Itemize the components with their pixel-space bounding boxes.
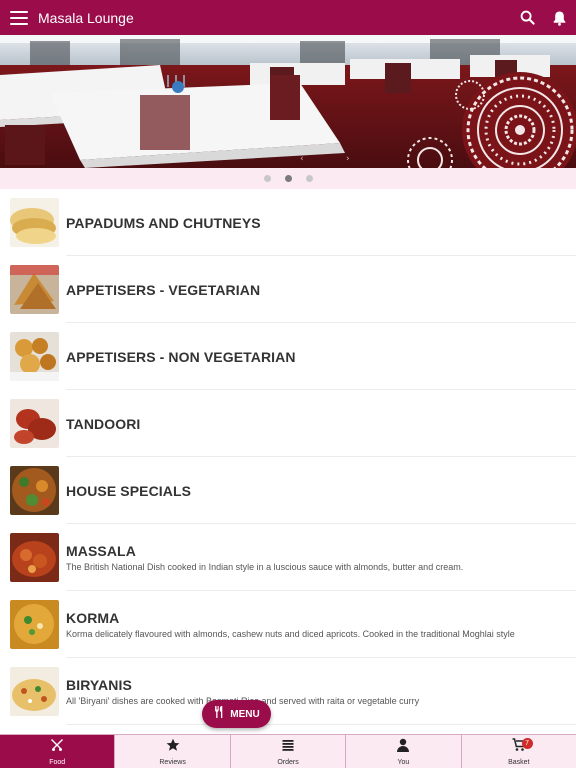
category-list: PAPADUMS AND CHUTNEYS APPETISERS - VEGET…: [0, 189, 576, 734]
nav-label: Food: [49, 758, 66, 766]
hamburger-menu-icon[interactable]: [10, 10, 28, 25]
bottom-navigation: Food Reviews Orders You 7 Basket: [0, 734, 576, 768]
search-icon[interactable]: [518, 9, 536, 27]
menu-fab-button[interactable]: MENU: [202, 700, 271, 728]
category-row-korma[interactable]: KORMA Korma delicately flavoured with al…: [0, 591, 576, 658]
nav-label: Basket: [508, 758, 530, 766]
nav-tab-food[interactable]: Food: [0, 735, 115, 768]
category-row-papadums[interactable]: PAPADUMS AND CHUTNEYS: [0, 189, 576, 256]
category-title: BIRYANIS: [66, 677, 132, 693]
biryanis-thumbnail: [10, 667, 59, 716]
carousel-dot-3[interactable]: [305, 175, 313, 182]
svg-text:›: ›: [346, 154, 350, 164]
star-icon: [166, 738, 180, 757]
category-row-tandoori[interactable]: TANDOORI: [0, 390, 576, 457]
category-row-house-specials[interactable]: HOUSE SPECIALS: [0, 457, 576, 524]
category-title: HOUSE SPECIALS: [66, 482, 192, 499]
appetisers-veg-thumbnail: [10, 265, 59, 314]
nav-tab-orders[interactable]: Orders: [229, 735, 345, 768]
category-row-massala[interactable]: MASSALA The British National Dish cooked…: [0, 524, 576, 591]
fork-knife-icon: [213, 705, 225, 723]
appetisers-nonveg-thumbnail: [10, 332, 59, 381]
restaurant-hero-image[interactable]: ‹ ›: [0, 35, 576, 168]
svg-text:‹: ‹: [300, 154, 304, 164]
category-title: TANDOORI: [66, 415, 141, 432]
app-title: Masala Lounge: [38, 9, 134, 26]
category-row-appetisers-nonveg[interactable]: APPETISERS - NON VEGETARIAN: [0, 323, 576, 390]
fork-knife-icon: [50, 738, 64, 757]
category-title: MASSALA: [66, 543, 136, 559]
category-row-appetisers-veg[interactable]: APPETISERS - VEGETARIAN: [0, 256, 576, 323]
list-icon: [281, 738, 295, 757]
carousel-dot-2[interactable]: [284, 175, 292, 182]
nav-tab-reviews[interactable]: Reviews: [114, 735, 229, 768]
carousel-dot-1[interactable]: [263, 175, 271, 182]
person-icon: [396, 738, 410, 757]
menu-fab-label: MENU: [230, 708, 260, 720]
korma-thumbnail: [10, 600, 59, 649]
category-description: Korma delicately flavoured with almonds,…: [66, 629, 515, 639]
nav-label: Orders: [277, 758, 299, 766]
category-description: The British National Dish cooked in Indi…: [66, 562, 464, 572]
category-title: KORMA: [66, 610, 120, 626]
category-title: APPETISERS - NON VEGETARIAN: [66, 348, 296, 365]
nav-label: Reviews: [159, 758, 186, 766]
massala-thumbnail: [10, 533, 59, 582]
row-divider: [66, 724, 576, 725]
nav-label: You: [397, 758, 410, 766]
basket-count-badge: 7: [521, 738, 533, 749]
papadums-thumbnail: [10, 198, 59, 247]
top-app-bar: Masala Lounge: [0, 0, 576, 35]
nav-tab-basket[interactable]: 7 Basket: [460, 735, 576, 768]
carousel-indicator: [0, 168, 576, 189]
tandoori-thumbnail: [10, 399, 59, 448]
category-title: APPETISERS - VEGETARIAN: [66, 281, 261, 298]
house-specials-thumbnail: [10, 466, 59, 515]
category-title: PAPADUMS AND CHUTNEYS: [66, 214, 261, 231]
nav-tab-you[interactable]: You: [345, 735, 460, 768]
notification-bell-icon[interactable]: [550, 9, 568, 27]
category-description: All 'Biryani' dishes are cooked with Bas…: [66, 696, 420, 706]
category-row-biryanis[interactable]: BIRYANIS All 'Biryani' dishes are cooked…: [0, 658, 576, 725]
